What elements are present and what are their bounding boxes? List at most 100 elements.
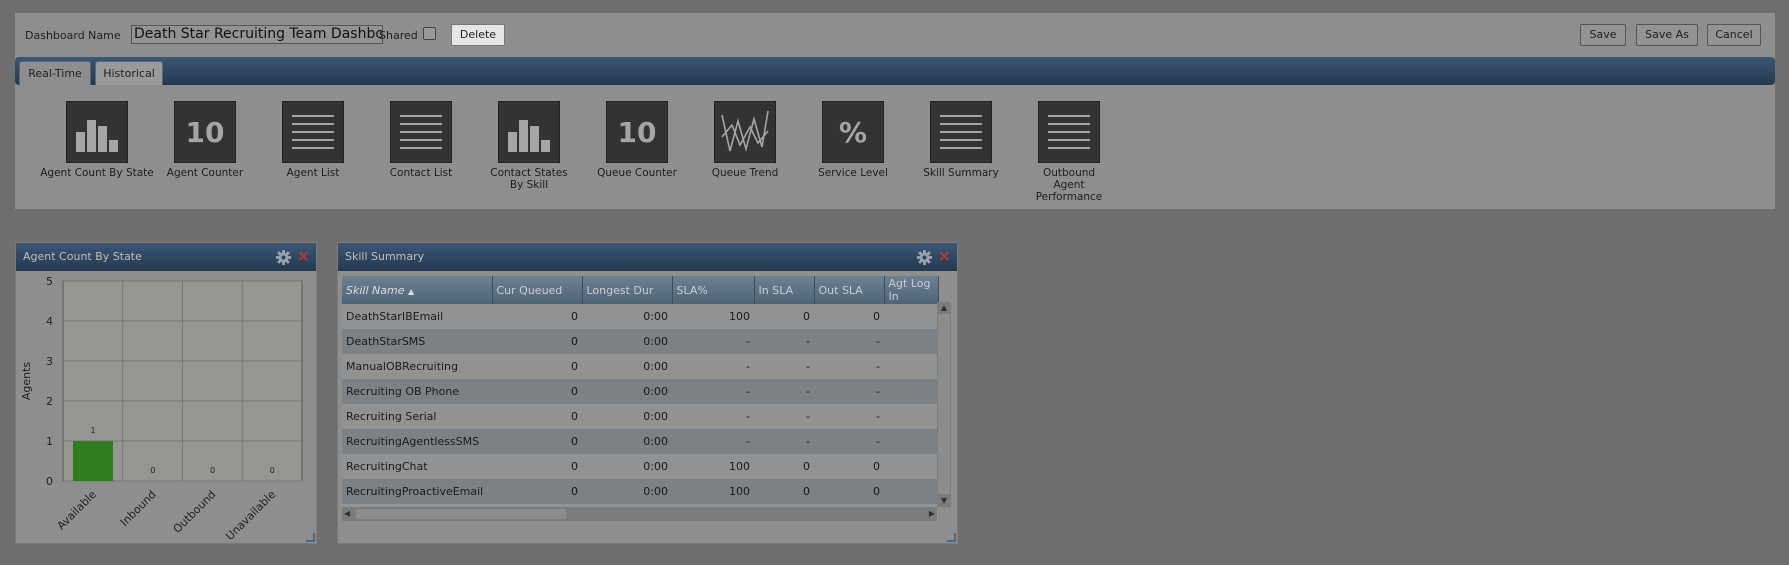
table-cell: 0 (754, 479, 814, 504)
close-icon[interactable]: ✕ (297, 249, 310, 265)
table-row[interactable]: Recruiting Serial 0 0:00- - - (342, 404, 938, 429)
table-cell: 0 (814, 479, 884, 504)
table-cell: - (672, 354, 754, 379)
vertical-scrollbar[interactable]: ▲ ▼ (937, 302, 951, 507)
skill-grid: Skill Name ▲ Cur Queued Longest Dur SLA%… (342, 276, 951, 521)
widget-label: Service Level (818, 167, 888, 179)
table-cell: - (672, 329, 754, 354)
column-header-longest-dur[interactable]: Longest Dur (582, 276, 673, 304)
trend-icon (714, 101, 776, 163)
table-cell: 0 (492, 379, 582, 404)
column-header-cur-queued[interactable]: Cur Queued (492, 276, 583, 304)
table-cell: 0 (492, 354, 582, 379)
table-cell: 100 (672, 304, 754, 329)
x-tick-label: Available (55, 488, 100, 533)
gear-icon[interactable] (917, 250, 932, 265)
table-cell: - (672, 379, 754, 404)
x-tick-label: Inbound (118, 488, 159, 529)
table-cell: 100 (672, 454, 754, 479)
widget-contact-list[interactable]: Contact List (390, 101, 452, 179)
table-cell: 0 (754, 454, 814, 479)
table-cell: - (754, 429, 814, 454)
column-header-skill-name[interactable]: Skill Name ▲ (342, 276, 493, 304)
dashboard-name-label: Dashboard Name (25, 29, 121, 42)
widget-label: Contact List (389, 167, 453, 179)
column-header-agt-log-in[interactable]: Agt Log In (884, 276, 939, 304)
list-icon (1038, 101, 1100, 163)
table-cell: 0 (814, 304, 884, 329)
table-row[interactable]: ManualOBRecruiting 0 0:00- - - (342, 354, 938, 379)
y-tick-label: 3 (46, 355, 53, 368)
gear-icon[interactable] (276, 250, 291, 265)
scroll-left-icon[interactable]: ◀ (344, 507, 350, 521)
scroll-up-icon[interactable]: ▲ (937, 302, 951, 314)
horizontal-scrollbar[interactable]: ◀ ▶ (342, 507, 937, 521)
table-cell: Recruiting Serial (342, 404, 492, 429)
widget-contact-states-by-skill[interactable]: Contact States By Skill (490, 101, 568, 191)
agent-count-panel: Agent Count By State ✕ 0 1 2 3 4 5 1 Available 0… (15, 242, 317, 544)
y-tick-label: 1 (46, 435, 53, 448)
widget-outbound-agent-performance[interactable]: Outbound Agent Performance (1036, 101, 1102, 203)
table-cell: - (754, 354, 814, 379)
table-cell: - (814, 329, 884, 354)
column-header-out-sla[interactable]: Out SLA (814, 276, 885, 304)
data-label: 0 (270, 466, 275, 475)
widget-queue-counter[interactable]: 10 Queue Counter (597, 101, 677, 179)
close-icon[interactable]: ✕ (938, 249, 951, 265)
dashboard-name-input[interactable]: Death Star Recruiting Team Dashboard (131, 25, 383, 44)
delete-button[interactable]: Delete (451, 24, 505, 46)
panel-title: Agent Count By State (23, 250, 142, 263)
table-row[interactable]: DeathStarIBEmail 0 0:00 100 0 0 (342, 304, 938, 329)
widget-label: Queue Trend (711, 167, 779, 179)
panel-title: Skill Summary (345, 250, 425, 263)
tab-historical[interactable]: Historical (95, 61, 163, 85)
widget-service-level[interactable]: % Service Level (818, 101, 888, 179)
table-row[interactable]: RecruitingChat 0 0:00 100 0 0 (342, 454, 938, 479)
dashboard-editor: Dashboard Name Death Star Recruiting Tea… (15, 13, 1775, 209)
list-icon (930, 101, 992, 163)
scroll-down-icon[interactable]: ▼ (937, 495, 951, 507)
column-header-in-sla[interactable]: In SLA (754, 276, 815, 304)
widget-agent-list[interactable]: Agent List (282, 101, 344, 179)
table-row[interactable]: RecruitingAgentlessSMS 0 0:00- - - (342, 429, 938, 454)
table-cell: 0 (492, 479, 582, 504)
vertical-scroll-thumb[interactable] (938, 314, 950, 494)
table-row[interactable]: Recruiting OB Phone 0 0:00- - - (342, 379, 938, 404)
column-header-sla-pct[interactable]: SLA% (672, 276, 755, 304)
save-as-button[interactable]: Save As (1636, 24, 1698, 46)
resize-handle[interactable] (947, 533, 956, 542)
table-row[interactable]: DeathStarSMS 0 0:00- - - (342, 329, 938, 354)
shared-checkbox[interactable] (423, 27, 436, 40)
table-cell: 0 (754, 304, 814, 329)
widget-label: Agent Counter (166, 167, 244, 179)
table-row[interactable]: RecruitingProactiveEmail 0 0:00 100 0 0 (342, 479, 938, 504)
table-cell: 0 (492, 304, 582, 329)
widget-skill-summary[interactable]: Skill Summary (923, 101, 999, 179)
cancel-button[interactable]: Cancel (1707, 24, 1761, 46)
table-cell: RecruitingChat (342, 454, 492, 479)
table-cell: 0:00 (582, 304, 672, 329)
tab-real-time[interactable]: Real-Time (19, 61, 91, 85)
table-cell (884, 454, 938, 479)
save-button[interactable]: Save (1580, 24, 1626, 46)
scroll-right-icon[interactable]: ▶ (929, 507, 935, 521)
table-cell: 0:00 (582, 379, 672, 404)
table-cell: 0 (492, 404, 582, 429)
y-tick-label: 4 (46, 315, 53, 328)
y-tick-label: 5 (46, 275, 53, 288)
bar-chart-icon (498, 101, 560, 163)
table-cell (884, 479, 938, 504)
table-cell: - (814, 379, 884, 404)
widget-label: Agent List (286, 167, 340, 179)
resize-handle[interactable] (306, 533, 315, 542)
widget-queue-trend[interactable]: Queue Trend (712, 101, 778, 179)
list-icon (282, 101, 344, 163)
column-header-label: Skill Name (346, 283, 405, 297)
table-cell: - (754, 404, 814, 429)
table-cell: DeathStarSMS (342, 329, 492, 354)
widget-agent-count-by-state[interactable]: Agent Count By State (40, 101, 154, 179)
agent-count-chart: 0123451Available0Inbound0Outbound0Unavai… (20, 275, 303, 543)
table-cell (884, 304, 938, 329)
horizontal-scroll-thumb[interactable] (356, 509, 566, 519)
widget-agent-counter[interactable]: 10 Agent Counter (167, 101, 243, 179)
